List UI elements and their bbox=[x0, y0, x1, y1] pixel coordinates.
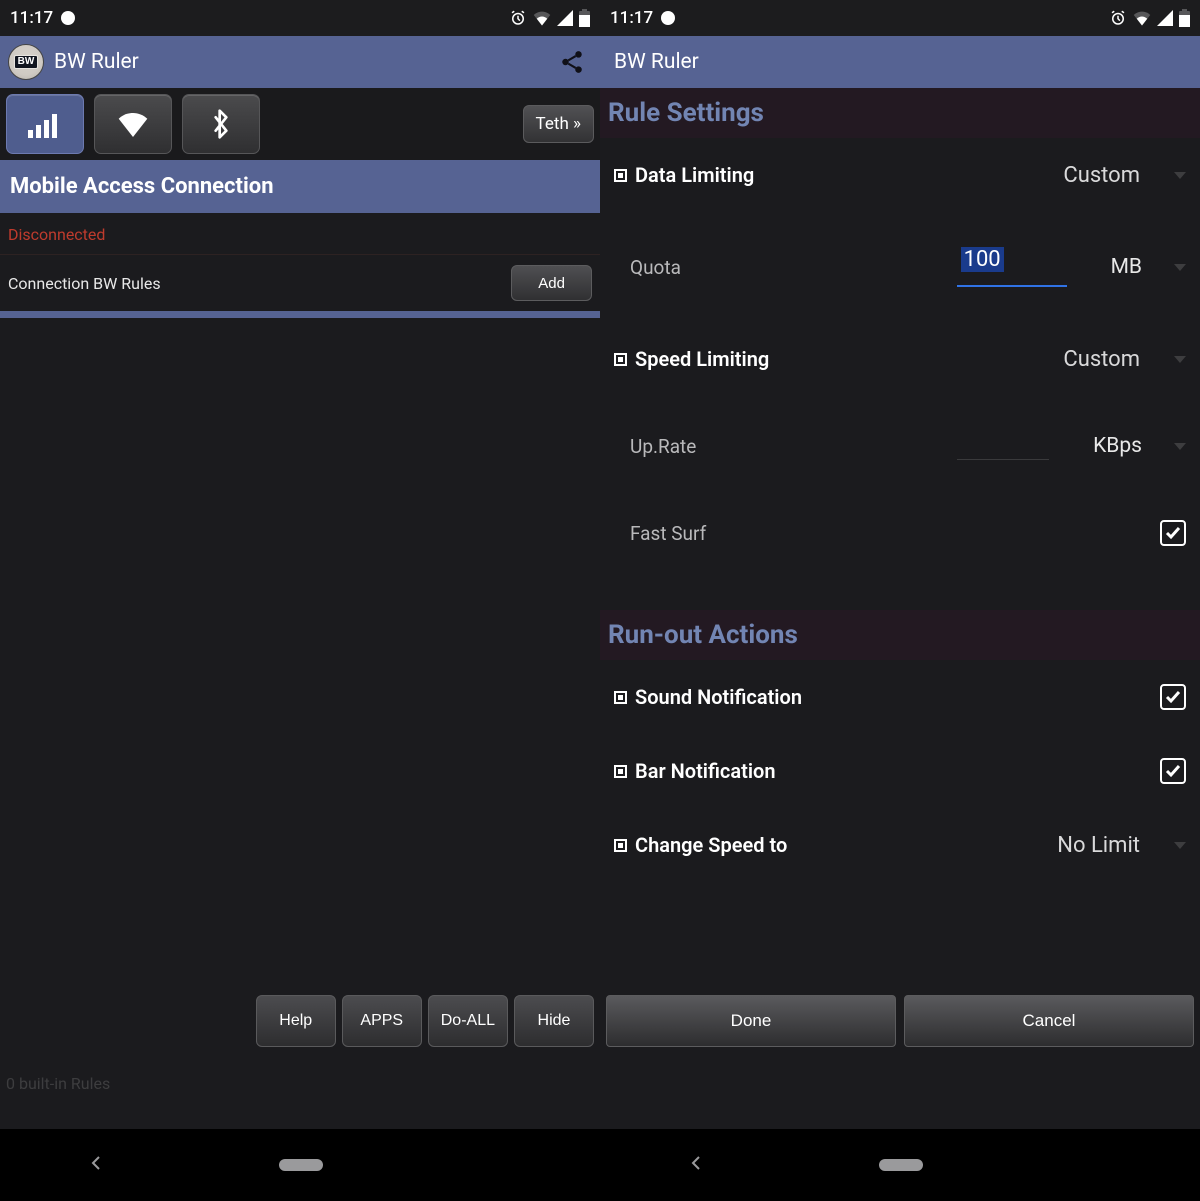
status-time: 11:17 bbox=[610, 8, 653, 28]
row-sound-notification[interactable]: Sound Notification bbox=[600, 660, 1200, 734]
sound-checkbox[interactable] bbox=[1160, 684, 1186, 710]
row-uprate: Up.Rate KBps bbox=[600, 396, 1200, 496]
nav-home-icon[interactable] bbox=[879, 1159, 923, 1171]
nav-back-icon[interactable] bbox=[88, 1155, 104, 1175]
battery-icon bbox=[1179, 9, 1190, 27]
uprate-unit[interactable]: KBps bbox=[1093, 434, 1142, 458]
notification-dot-icon bbox=[61, 11, 75, 25]
row-quota: Quota 100 MB bbox=[600, 212, 1200, 322]
nav-back-icon[interactable] bbox=[688, 1155, 704, 1175]
fastsurf-checkbox[interactable] bbox=[1160, 520, 1186, 546]
status-time: 11:17 bbox=[10, 8, 53, 28]
left-pane: 11:17 BW BW Ruler bbox=[0, 0, 600, 1201]
tethering-button[interactable]: Teth » bbox=[523, 105, 594, 143]
android-nav-bar bbox=[600, 1129, 1200, 1201]
cancel-button[interactable]: Cancel bbox=[904, 995, 1194, 1047]
change-speed-value: No Limit bbox=[1057, 833, 1140, 858]
bottom-buttons: Help APPS Do-ALL Hide bbox=[0, 995, 600, 1129]
data-limiting-value: Custom bbox=[1063, 163, 1140, 188]
apps-button[interactable]: APPS bbox=[342, 995, 422, 1047]
wifi-icon bbox=[1133, 10, 1151, 26]
alarm-icon bbox=[1109, 9, 1127, 27]
uprate-input[interactable] bbox=[957, 432, 1049, 460]
speed-limiting-label: Speed Limiting bbox=[635, 347, 769, 371]
bar-checkbox[interactable] bbox=[1160, 758, 1186, 784]
row-fastsurf[interactable]: Fast Surf bbox=[600, 496, 1200, 570]
row-speed-limiting[interactable]: Speed Limiting Custom bbox=[600, 322, 1200, 396]
alarm-icon bbox=[509, 9, 527, 27]
bullet-icon bbox=[614, 169, 627, 182]
do-all-button[interactable]: Do-ALL bbox=[428, 995, 508, 1047]
quota-unit[interactable]: MB bbox=[1111, 255, 1142, 279]
rules-label: Connection BW Rules bbox=[8, 274, 161, 293]
chevron-down-icon bbox=[1174, 172, 1186, 179]
tab-bluetooth[interactable] bbox=[182, 94, 260, 154]
speed-limiting-value: Custom bbox=[1063, 347, 1140, 372]
add-rule-button[interactable]: Add bbox=[511, 265, 592, 301]
quota-label: Quota bbox=[630, 256, 681, 279]
app-bar: BW Ruler bbox=[600, 36, 1200, 88]
chevron-down-icon bbox=[1174, 443, 1186, 450]
bar-label: Bar Notification bbox=[635, 759, 776, 783]
nav-home-icon[interactable] bbox=[279, 1159, 323, 1171]
section-runout: Run-out Actions bbox=[600, 610, 1200, 660]
quota-input[interactable]: 100 bbox=[957, 247, 1067, 287]
share-button[interactable] bbox=[552, 42, 592, 82]
app-title: BW Ruler bbox=[614, 50, 699, 74]
done-button[interactable]: Done bbox=[606, 995, 896, 1047]
hide-button[interactable]: Hide bbox=[514, 995, 594, 1047]
bullet-icon bbox=[614, 353, 627, 366]
bullet-icon bbox=[614, 765, 627, 778]
tab-wifi[interactable] bbox=[94, 94, 172, 154]
notification-dot-icon bbox=[661, 11, 675, 25]
chevron-down-icon bbox=[1174, 842, 1186, 849]
right-pane: 11:17 BW Ruler Rule Settings Data Limiti… bbox=[600, 0, 1200, 1201]
data-limiting-label: Data Limiting bbox=[635, 163, 754, 187]
chevron-down-icon bbox=[1174, 264, 1186, 271]
status-bar: 11:17 bbox=[600, 0, 1200, 36]
bullet-icon bbox=[614, 691, 627, 704]
battery-icon bbox=[579, 9, 590, 27]
status-bar: 11:17 bbox=[0, 0, 600, 36]
section-title: Mobile Access Connection bbox=[0, 160, 600, 213]
signal-icon bbox=[557, 10, 573, 26]
wifi-icon bbox=[533, 10, 551, 26]
tab-mobile[interactable] bbox=[6, 94, 84, 154]
row-bar-notification[interactable]: Bar Notification bbox=[600, 734, 1200, 808]
app-title: BW Ruler bbox=[54, 50, 139, 74]
bullet-icon bbox=[614, 839, 627, 852]
uprate-label: Up.Rate bbox=[630, 435, 696, 458]
app-icon: BW bbox=[8, 44, 44, 80]
rules-row: Connection BW Rules Add bbox=[0, 255, 600, 315]
row-change-speed[interactable]: Change Speed to No Limit bbox=[600, 808, 1200, 882]
chevron-down-icon bbox=[1174, 356, 1186, 363]
help-button[interactable]: Help bbox=[256, 995, 336, 1047]
fastsurf-label: Fast Surf bbox=[630, 522, 706, 545]
change-speed-label: Change Speed to bbox=[635, 833, 787, 857]
android-nav-bar bbox=[0, 1129, 600, 1201]
section-rule-settings: Rule Settings bbox=[600, 88, 1200, 138]
connection-tabs: Teth » bbox=[0, 88, 600, 160]
app-bar: BW BW Ruler bbox=[0, 36, 600, 88]
signal-icon bbox=[1157, 10, 1173, 26]
row-data-limiting[interactable]: Data Limiting Custom bbox=[600, 138, 1200, 212]
connection-status: Disconnected bbox=[0, 213, 600, 255]
dialog-buttons: Done Cancel bbox=[600, 995, 1200, 1129]
sound-label: Sound Notification bbox=[635, 685, 802, 709]
